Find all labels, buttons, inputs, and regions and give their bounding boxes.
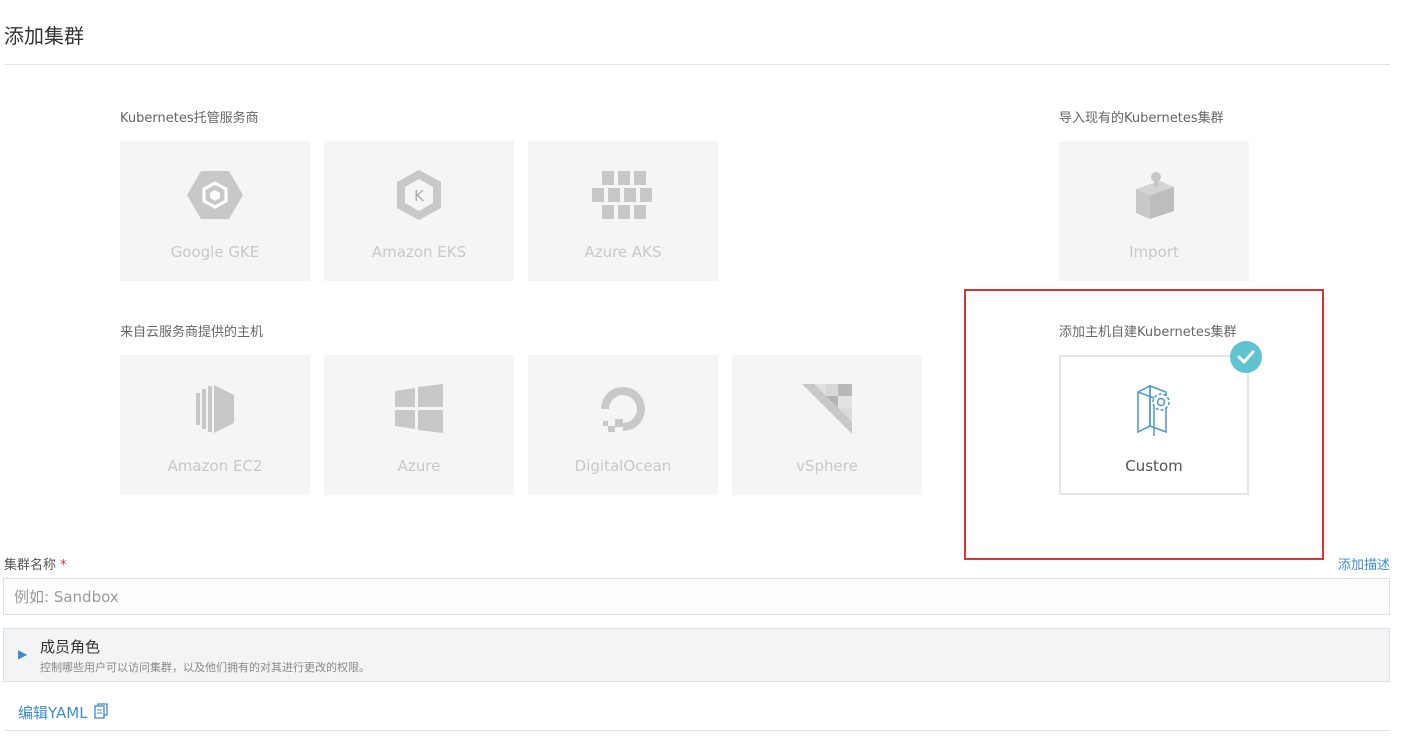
tile-label: vSphere: [796, 457, 858, 475]
tile-import[interactable]: Import: [1059, 141, 1249, 281]
tile-amazon-eks[interactable]: K Amazon EKS: [324, 141, 514, 281]
tile-label: Amazon EKS: [371, 243, 467, 261]
ec2-icon: [120, 383, 310, 435]
member-roles-description: 控制哪些用户可以访问集群，以及他们拥有的对其进行更改的权限。: [40, 661, 370, 674]
member-roles-title: 成员角色: [40, 638, 101, 656]
page-title: 添加集群: [4, 24, 84, 48]
bottom-divider: [4, 730, 1390, 731]
section-label-import: 导入现有的Kubernetes集群: [1059, 111, 1224, 126]
tile-azure[interactable]: Azure: [324, 355, 514, 495]
tile-label: Import: [1129, 243, 1179, 261]
edit-yaml-label: 编辑YAML: [18, 704, 88, 722]
aks-cubes-icon: [528, 169, 718, 221]
svg-text:K: K: [414, 187, 425, 205]
tile-label: Google GKE: [170, 243, 260, 261]
expand-triangle-icon: ▶: [18, 647, 28, 661]
tile-label: Azure: [397, 457, 441, 475]
tile-label: Azure AKS: [584, 243, 662, 261]
tile-amazon-ec2[interactable]: Amazon EC2: [120, 355, 310, 495]
title-divider: [4, 64, 1390, 65]
add-description-link[interactable]: 添加描述: [1338, 554, 1390, 573]
windows-icon: [324, 383, 514, 435]
tile-label: DigitalOcean: [574, 457, 672, 475]
tile-vsphere[interactable]: vSphere: [732, 355, 922, 495]
section-label-cloud-hosts: 来自云服务商提供的主机: [120, 325, 264, 340]
eks-k-icon: K: [324, 169, 514, 221]
edit-yaml-button[interactable]: 编辑YAML: [18, 702, 108, 723]
digitalocean-icon: [528, 383, 718, 435]
tile-label: Amazon EC2: [167, 457, 263, 475]
cluster-name-label: 集群名称 *: [4, 554, 67, 573]
tile-azure-aks[interactable]: Azure AKS: [528, 141, 718, 281]
highlight-annotation-box: [964, 289, 1324, 560]
copy-icon: [93, 702, 108, 723]
gke-hexagon-icon: [120, 169, 310, 221]
tile-google-gke[interactable]: Google GKE: [120, 141, 310, 281]
required-mark: *: [60, 558, 67, 573]
import-container-icon: [1059, 169, 1249, 221]
member-roles-accordion[interactable]: ▶ 成员角色 控制哪些用户可以访问集群，以及他们拥有的对其进行更改的权限。: [3, 628, 1390, 682]
vsphere-icon: [732, 383, 922, 435]
section-label-hosted: Kubernetes托管服务商: [120, 111, 259, 126]
tile-digitalocean[interactable]: DigitalOcean: [528, 355, 718, 495]
cluster-name-input[interactable]: [3, 578, 1390, 615]
cluster-name-label-text: 集群名称: [4, 558, 57, 573]
